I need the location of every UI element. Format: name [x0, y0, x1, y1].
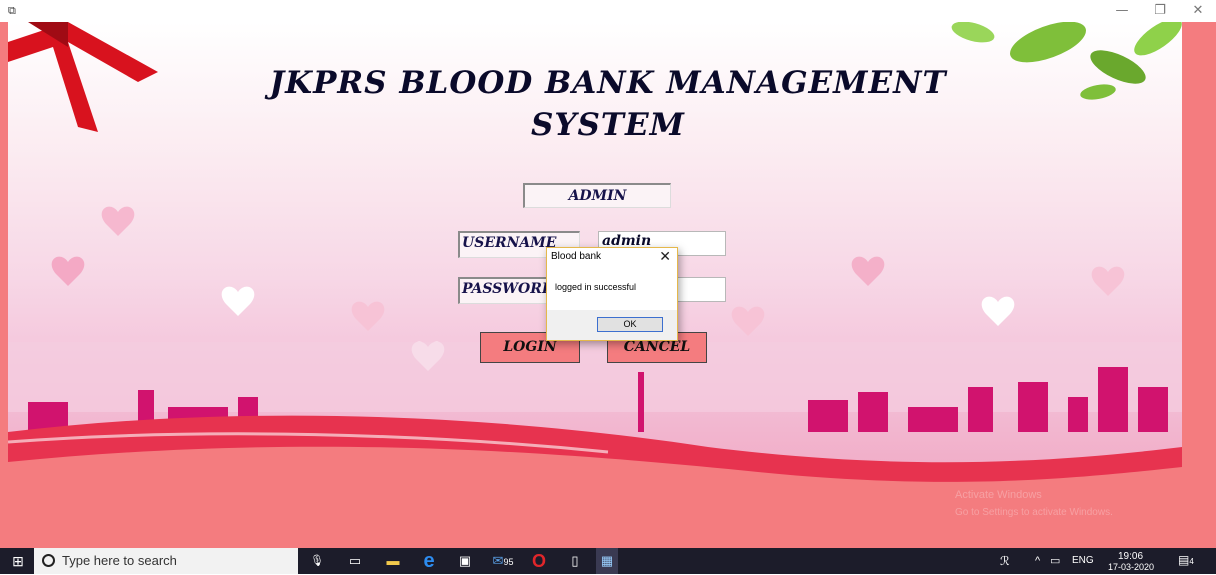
people-icon[interactable]: ℛ	[1000, 548, 1010, 574]
mail-badge-icon[interactable]: ✉95	[488, 548, 518, 574]
battery-icon[interactable]: ▭	[1050, 548, 1060, 574]
start-button-icon[interactable]: ⊞	[8, 548, 28, 574]
dialog-message: logged in successful	[555, 282, 637, 292]
dialog-close-icon[interactable]: ✕	[659, 248, 671, 266]
language-indicator[interactable]: ENG	[1072, 548, 1094, 574]
clock-time[interactable]: 19:06	[1118, 551, 1143, 562]
dialog-ok-button[interactable]: OK	[597, 317, 663, 332]
message-dialog: Blood bank ✕ logged in successful OK	[546, 247, 678, 341]
dialog-title: Blood bank	[551, 251, 602, 262]
store-icon[interactable]: ▣	[454, 548, 476, 574]
close-button[interactable]: ✕	[1180, 0, 1216, 22]
minimize-button[interactable]: —	[1104, 0, 1140, 22]
notification-center-icon[interactable]: ▤4	[1178, 553, 1194, 567]
dialog-titlebar: Blood bank ✕	[547, 248, 677, 266]
edge-browser-icon[interactable]: e	[418, 548, 440, 574]
running-app-icon[interactable]: ▦	[596, 548, 618, 574]
app-title-line1: JKPRS BLOOD BANK MANAGEMENT	[269, 65, 947, 101]
maximize-button[interactable]: ❐	[1142, 0, 1178, 22]
notification-count: 4	[1189, 557, 1194, 566]
admin-label: ADMIN	[523, 183, 671, 208]
tray-expand-icon[interactable]: ^	[1035, 548, 1040, 574]
search-input[interactable]: Type here to search	[34, 548, 298, 574]
activate-windows-subtitle: Go to Settings to activate Windows.	[955, 507, 1113, 518]
mail-badge-count: 95	[503, 557, 514, 567]
search-icon	[42, 554, 55, 567]
app-icon: ⧉	[8, 4, 16, 17]
opera-browser-icon[interactable]: O	[528, 548, 550, 574]
search-placeholder: Type here to search	[62, 553, 177, 568]
taskbar: ⊞ Type here to search 🎙 ▭ ▬ e ▣ ✉95 O ▯ …	[0, 548, 1216, 574]
app-title-line2: SYSTEM	[531, 107, 685, 143]
activate-windows-title: Activate Windows	[955, 489, 1042, 501]
file-explorer-icon[interactable]: ▬	[382, 548, 404, 574]
clock-date[interactable]: 17-03-2020	[1108, 562, 1154, 572]
dialog-body: logged in successful	[547, 266, 677, 310]
notepad-icon[interactable]: ▯	[564, 548, 586, 574]
microphone-icon[interactable]: 🎙	[306, 548, 328, 574]
task-view-icon[interactable]: ▭	[344, 548, 366, 574]
window-titlebar: ⧉ — ❐ ✕	[0, 0, 1216, 22]
